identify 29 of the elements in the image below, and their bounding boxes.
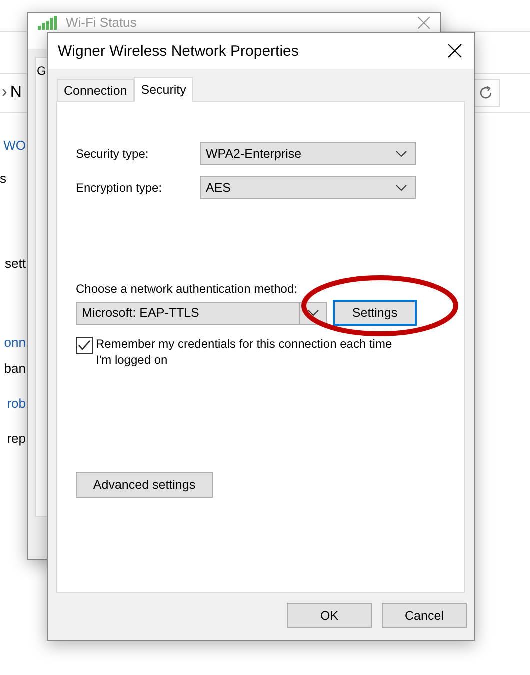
window-title: Wigner Wireless Network Properties — [58, 42, 299, 60]
settings-link[interactable]: onn — [4, 334, 26, 350]
cancel-button[interactable]: Cancel — [382, 603, 467, 628]
field-label: Security type: — [76, 146, 150, 160]
checkbox[interactable] — [76, 337, 93, 354]
tab[interactable]: Security — [134, 77, 194, 102]
dropdown[interactable]: WPA2-Enterprise — [200, 142, 416, 165]
advanced-settings-button[interactable]: Advanced settings — [76, 472, 213, 498]
settings-text: ban — [4, 361, 26, 376]
settings-link[interactable]: WO — [4, 138, 26, 153]
breadcrumb-chevron: › — [2, 84, 8, 102]
breadcrumb-item[interactable]: N — [10, 84, 22, 102]
close-icon[interactable] — [418, 16, 430, 28]
tab[interactable]: Connection — [57, 79, 134, 101]
dropdown[interactable]: Microsoft: EAP-TTLS — [76, 302, 327, 324]
window-title: Wi-Fi Status — [66, 15, 137, 30]
field-label: Choose a network authentication method: — [76, 282, 298, 296]
settings-text: sett — [5, 256, 26, 270]
settings-button[interactable]: Settings — [333, 300, 417, 326]
signal-bars-icon — [38, 16, 58, 30]
settings-text: rep — [7, 431, 26, 446]
checkbox-label: Remember my credentials for this connection each time I'm logged on — [96, 336, 394, 368]
refresh-icon — [479, 86, 493, 100]
dropdown[interactable]: AES — [200, 176, 416, 199]
close-icon — [448, 44, 462, 58]
field-label: Encryption type: — [76, 180, 164, 194]
ok-button[interactable]: OK — [287, 603, 372, 628]
settings-link[interactable]: rob — [7, 396, 26, 411]
section-heading: s — [0, 170, 6, 186]
